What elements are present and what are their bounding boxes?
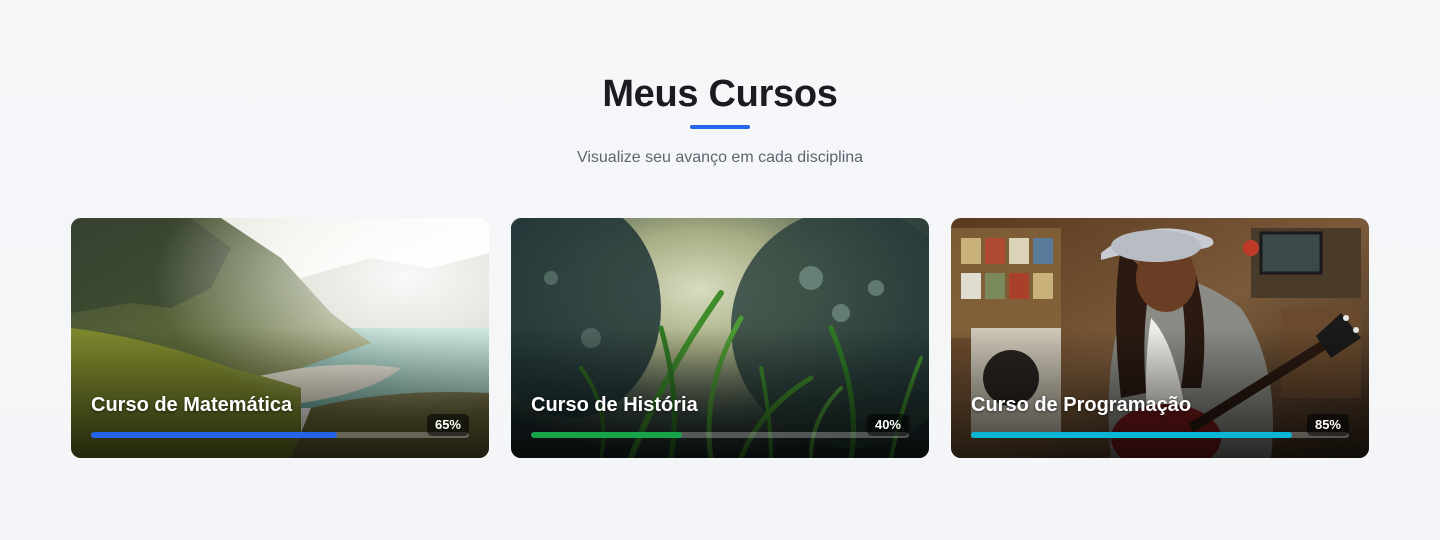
progress-fill <box>531 432 683 438</box>
course-title: Curso de História <box>531 394 698 416</box>
progress-percent-badge: 85% <box>1306 414 1349 436</box>
progress-fill <box>971 432 1293 438</box>
page: Meus Cursos Visualize seu avanço em cada… <box>0 0 1440 540</box>
progress-percent-badge: 40% <box>866 414 909 436</box>
course-cards: Curso de Matemática 65% Curso de Históri… <box>71 218 1369 458</box>
section-header: Meus Cursos Visualize seu avanço em cada… <box>0 70 1440 168</box>
course-title: Curso de Matemática <box>91 394 293 416</box>
course-title: Curso de Programação <box>971 394 1192 416</box>
progress-fill <box>91 432 337 438</box>
course-card-mathematics[interactable]: Curso de Matemática 65% <box>71 218 489 458</box>
course-card-programming[interactable]: Curso de Programação 85% <box>951 218 1369 458</box>
course-card-history[interactable]: Curso de História 40% <box>511 218 929 458</box>
page-subtitle: Visualize seu avanço em cada disciplina <box>576 149 864 166</box>
progress-percent-badge: 65% <box>426 414 469 436</box>
progress-track <box>531 432 909 438</box>
progress-track <box>91 432 469 438</box>
title-underline <box>690 125 750 129</box>
page-title: Meus Cursos <box>602 73 838 115</box>
progress-track <box>971 432 1349 438</box>
